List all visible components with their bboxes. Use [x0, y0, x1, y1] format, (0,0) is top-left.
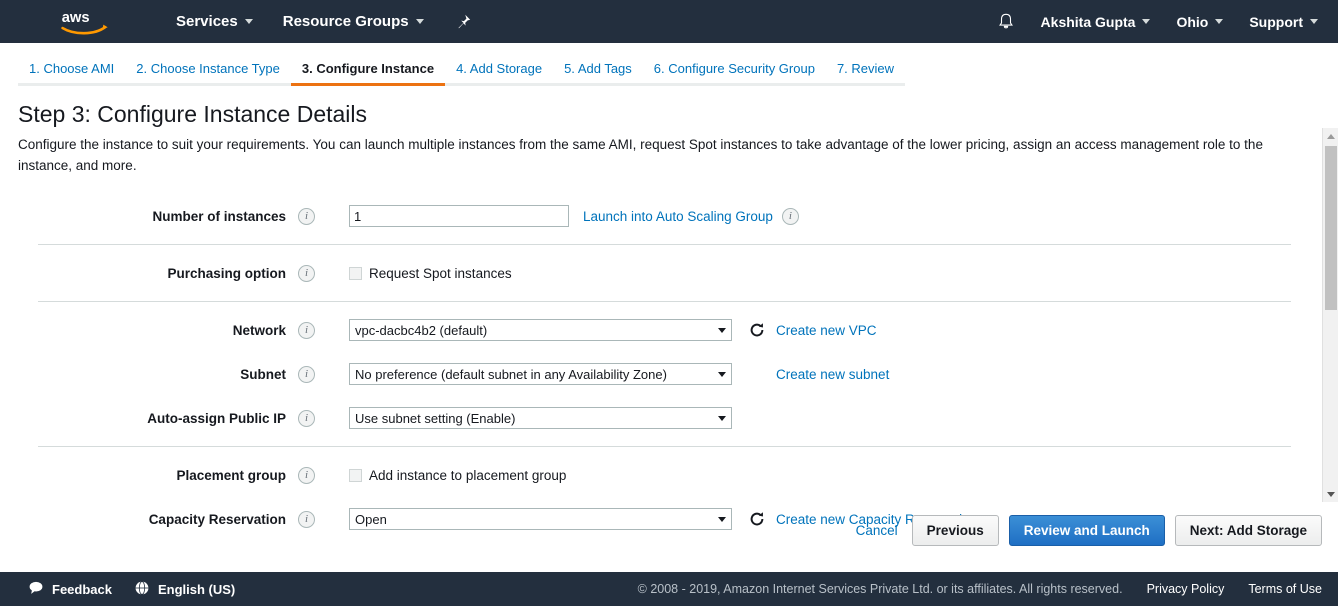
- scroll-up-arrow-icon[interactable]: [1323, 128, 1338, 144]
- nav-region-label: Ohio: [1176, 13, 1209, 30]
- svg-text:aws: aws: [62, 10, 90, 26]
- nav-resource-groups-label: Resource Groups: [282, 13, 409, 30]
- wizard-step-6[interactable]: 6. Configure Security Group: [642, 61, 826, 86]
- form-divider: [38, 244, 1291, 245]
- label-capacity-reservation: Capacity Reservation: [148, 511, 286, 527]
- label-auto-assign-public-ip: Auto-assign Public IP: [147, 410, 286, 426]
- language-selector[interactable]: English (US): [134, 580, 235, 599]
- nav-support-menu[interactable]: Support: [1249, 14, 1318, 30]
- wizard-step-5[interactable]: 5. Add Tags: [553, 61, 643, 86]
- chevron-down-icon: [1310, 19, 1318, 24]
- subnet-select[interactable]: No preference (default subnet in any Ava…: [349, 363, 732, 385]
- globe-icon: [134, 580, 150, 599]
- nav-services-label: Services: [176, 13, 238, 30]
- info-icon[interactable]: i: [298, 264, 315, 282]
- add-instance-to-placement-group-label: Add instance to placement group: [369, 467, 567, 483]
- label-purchasing-option: Purchasing option: [167, 265, 286, 281]
- nav-region-menu[interactable]: Ohio: [1176, 13, 1224, 30]
- scrollbar-thumb[interactable]: [1325, 146, 1337, 310]
- create-new-vpc-link[interactable]: Create new VPC: [776, 323, 877, 338]
- nav-support-label: Support: [1249, 13, 1303, 30]
- label-number-of-instances: Number of instances: [152, 208, 286, 224]
- nav-user-menu[interactable]: Akshita Gupta: [1041, 14, 1151, 30]
- nav-services[interactable]: Services: [176, 13, 253, 30]
- info-icon[interactable]: i: [298, 207, 315, 225]
- wizard-action-buttons: Cancel Previous Review and Launch Next: …: [856, 515, 1322, 546]
- page-footer: Feedback English (US) © 2008 - 2019, Ama…: [0, 572, 1338, 606]
- wizard-step-tabs: 1. Choose AMI 2. Choose Instance Type 3.…: [0, 53, 1338, 87]
- terms-of-use-link[interactable]: Terms of Use: [1248, 582, 1322, 596]
- label-subnet: Subnet: [240, 366, 286, 382]
- aws-logo[interactable]: aws: [60, 7, 112, 37]
- form-row-placement-group: Placement group i Add instance to placem…: [0, 453, 1338, 497]
- chevron-down-icon: [718, 517, 726, 522]
- network-select[interactable]: vpc-dacbc4b2 (default): [349, 319, 732, 341]
- number-of-instances-input[interactable]: [349, 205, 569, 227]
- network-select-value: vpc-dacbc4b2 (default): [355, 322, 488, 338]
- scroll-down-arrow-icon[interactable]: [1323, 486, 1338, 502]
- page-description: Configure the instance to suit your requ…: [18, 137, 1263, 173]
- info-icon[interactable]: i: [781, 207, 799, 225]
- auto-assign-public-ip-value: Use subnet setting (Enable): [355, 410, 516, 426]
- wizard-step-1[interactable]: 1. Choose AMI: [18, 61, 126, 86]
- cancel-button[interactable]: Cancel: [856, 523, 898, 538]
- next-add-storage-button[interactable]: Next: Add Storage: [1174, 515, 1322, 546]
- form-row-purchasing-option: Purchasing option i Request Spot instanc…: [0, 251, 1338, 295]
- review-and-launch-button[interactable]: Review and Launch: [1008, 515, 1165, 546]
- capacity-reservation-value: Open: [355, 511, 387, 527]
- previous-button[interactable]: Previous: [911, 515, 999, 546]
- form-divider: [38, 301, 1291, 302]
- chevron-down-icon: [718, 416, 726, 421]
- wizard-step-2[interactable]: 2. Choose Instance Type: [125, 61, 291, 86]
- configure-instance-form: Number of instances i Launch into Auto S…: [0, 194, 1338, 541]
- vertical-scrollbar[interactable]: [1322, 128, 1338, 502]
- add-instance-to-placement-group-checkbox[interactable]: [349, 468, 362, 482]
- wizard-step-3[interactable]: 3. Configure Instance: [290, 61, 446, 86]
- chevron-down-icon: [1215, 19, 1224, 24]
- feedback-button[interactable]: Feedback: [28, 580, 112, 598]
- refresh-icon[interactable]: [748, 510, 766, 528]
- language-label: English (US): [157, 581, 236, 597]
- request-spot-instances-checkbox[interactable]: [349, 266, 362, 280]
- chevron-down-icon: [718, 372, 726, 377]
- speech-bubble-icon: [28, 580, 44, 598]
- capacity-reservation-select[interactable]: Open: [349, 508, 732, 530]
- form-row-network: Network i vpc-dacbc4b2 (default) Create …: [0, 308, 1338, 352]
- nav-user-label: Akshita Gupta: [1040, 13, 1136, 30]
- info-icon[interactable]: i: [298, 466, 315, 484]
- pin-icon[interactable]: [454, 12, 472, 32]
- form-divider: [38, 446, 1291, 447]
- wizard-step-7[interactable]: 7. Review: [825, 61, 906, 86]
- subnet-select-value: No preference (default subnet in any Ava…: [355, 366, 667, 382]
- chevron-down-icon: [718, 328, 726, 333]
- form-row-auto-assign-public-ip: Auto-assign Public IP i Use subnet setti…: [0, 396, 1338, 440]
- chevron-down-icon: [244, 19, 253, 24]
- nav-resource-groups[interactable]: Resource Groups: [283, 13, 424, 30]
- feedback-label: Feedback: [52, 581, 112, 597]
- auto-assign-public-ip-select[interactable]: Use subnet setting (Enable): [349, 407, 732, 429]
- info-icon[interactable]: i: [298, 409, 315, 427]
- page-title: Step 3: Configure Instance Details: [18, 101, 368, 127]
- label-placement-group: Placement group: [176, 467, 286, 483]
- form-row-subnet: Subnet i No preference (default subnet i…: [0, 352, 1338, 396]
- copyright-text: © 2008 - 2019, Amazon Internet Services …: [637, 582, 1123, 596]
- privacy-policy-link[interactable]: Privacy Policy: [1147, 582, 1225, 596]
- refresh-icon[interactable]: [748, 321, 766, 339]
- info-icon[interactable]: i: [298, 365, 315, 383]
- launch-into-auto-scaling-group-link[interactable]: Launch into Auto Scaling Group: [583, 209, 773, 224]
- notifications-bell-icon[interactable]: [997, 12, 1015, 32]
- top-navigation-bar: aws Services Resource Groups Akshita Gup…: [0, 0, 1338, 43]
- label-network: Network: [232, 322, 286, 338]
- create-new-subnet-link[interactable]: Create new subnet: [776, 367, 889, 382]
- info-icon[interactable]: i: [298, 510, 315, 528]
- wizard-step-4[interactable]: 4. Add Storage: [445, 61, 554, 86]
- request-spot-instances-label: Request Spot instances: [369, 265, 512, 281]
- chevron-down-icon: [1142, 19, 1151, 24]
- info-icon[interactable]: i: [298, 321, 315, 339]
- form-row-number-of-instances: Number of instances i Launch into Auto S…: [0, 194, 1338, 238]
- chevron-down-icon: [415, 19, 424, 24]
